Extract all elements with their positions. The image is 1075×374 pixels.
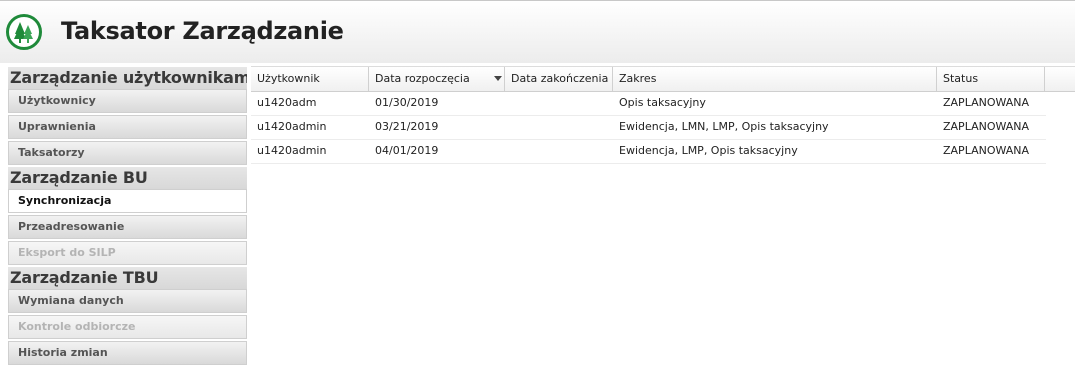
section-header-users: Zarządzanie użytkownikami [8,67,247,89]
tasks-grid: Użytkownik Data rozpoczęcia Data zakończ… [251,66,1075,164]
column-header-end-date[interactable]: Data zakończenia [505,67,613,91]
tree-logo-icon [6,14,42,50]
cell-status: ZAPLANOWANA [943,96,1030,109]
section-header-bu: Zarządzanie BU [8,167,247,189]
column-header-start-date[interactable]: Data rozpoczęcia [369,67,505,91]
cell-end-date [505,92,511,114]
cell-end-date [505,140,511,162]
nav-item-users[interactable]: Użytkownicy [8,89,247,113]
nav-item-readdressing[interactable]: Przeadresowanie [8,215,247,239]
cell-start-date: 03/21/2019 [375,120,439,133]
column-header-scope[interactable]: Zakres [613,67,937,91]
cell-user: u1420admin [257,120,327,133]
table-row[interactable]: u1420admin 03/21/2019 Ewidencja, LMN, LM… [251,116,1046,140]
cell-user: u1420admin [257,144,327,157]
table-row[interactable]: u1420admin 04/01/2019 Ewidencja, LMP, Op… [251,140,1046,164]
app-title: Taksator Zarządzanie [61,17,344,45]
table-row[interactable]: u1420adm 01/30/2019 Opis taksacyjny ZAPL… [251,92,1046,116]
app-header: Taksator Zarządzanie [0,0,1075,63]
cell-status: ZAPLANOWANA [943,120,1030,133]
cell-user: u1420adm [257,96,317,109]
cell-scope: Ewidencja, LMN, LMP, Opis taksacyjny [619,120,829,133]
cell-end-date [505,116,511,138]
cell-status: ZAPLANOWANA [943,144,1030,157]
sidebar: Zarządzanie użytkownikami Użytkownicy Up… [8,67,247,374]
cell-scope: Ewidencja, LMP, Opis taksacyjny [619,144,798,157]
nav-item-assessors[interactable]: Taksatorzy [8,141,247,165]
nav-item-silp-export: Eksport do SILP [8,241,247,265]
nav-item-acceptance-checks: Kontrole odbiorcze [8,315,247,339]
cell-start-date: 01/30/2019 [375,96,439,109]
nav-item-synchronization[interactable]: Synchronizacja [8,189,247,213]
cell-scope: Opis taksacyjny [619,96,706,109]
nav-item-permissions[interactable]: Uprawnienia [8,115,247,139]
grid-header: Użytkownik Data rozpoczęcia Data zakończ… [251,66,1075,92]
column-header-user[interactable]: Użytkownik [251,67,369,91]
column-header-status[interactable]: Status [937,67,1045,91]
nav-item-data-exchange[interactable]: Wymiana danych [8,289,247,313]
nav-item-change-history[interactable]: Historia zmian [8,341,247,365]
section-header-tbu: Zarządzanie TBU [8,267,247,289]
cell-start-date: 04/01/2019 [375,144,439,157]
sort-desc-icon[interactable] [494,76,502,81]
